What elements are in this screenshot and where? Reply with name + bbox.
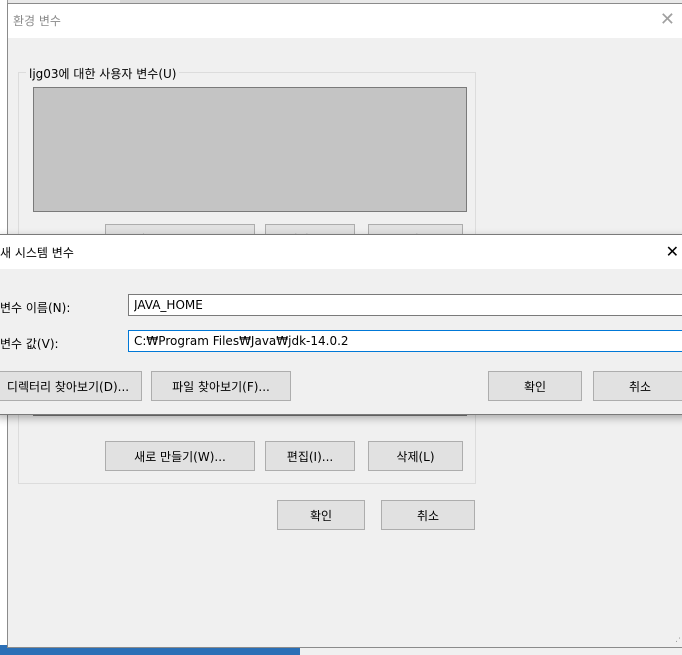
system-new-button[interactable]: 새로 만들기(W)... — [105, 441, 255, 471]
variable-name-label: 변수 이름(N): — [0, 301, 71, 315]
sys-cancel-button[interactable]: 취소 — [593, 371, 682, 401]
env-cancel-button[interactable]: 취소 — [381, 500, 475, 530]
system-delete-button[interactable]: 삭제(L) — [368, 441, 463, 471]
close-icon[interactable]: ✕ — [666, 241, 679, 263]
close-icon[interactable]: ✕ — [660, 9, 675, 31]
new-system-variable-dialog: 새 시스템 변수 ✕ 변수 이름(N): 변수 값(V): 디렉터리 찾아보기(… — [0, 234, 682, 415]
variable-value-label: 변수 값(V): — [0, 337, 59, 351]
user-variables-list[interactable] — [33, 87, 467, 212]
sys-dialog-title: 새 시스템 변수 — [0, 246, 74, 260]
env-ok-button[interactable]: 확인 — [277, 500, 365, 530]
sys-titlebar: 새 시스템 변수 ✕ — [0, 235, 682, 269]
system-edit-button[interactable]: 편집(I)... — [265, 441, 355, 471]
sys-ok-button[interactable]: 확인 — [488, 371, 582, 401]
browse-directory-button[interactable]: 디렉터리 찾아보기(D)... — [0, 371, 142, 401]
browse-file-button[interactable]: 파일 찾아보기(F)... — [151, 371, 291, 401]
variable-name-input[interactable] — [128, 294, 682, 316]
user-variables-label: ljg03에 대한 사용자 변수(U) — [26, 65, 180, 82]
user-variables-group: ljg03에 대한 사용자 변수(U) 새로 만들기(W)... 편집(I)..… — [18, 65, 476, 254]
resize-grip-icon[interactable]: ⋰ — [675, 634, 682, 644]
env-titlebar: 환경 변수 ✕ — [8, 4, 682, 38]
variable-value-input[interactable] — [128, 330, 682, 352]
env-dialog-title: 환경 변수 — [13, 14, 61, 28]
